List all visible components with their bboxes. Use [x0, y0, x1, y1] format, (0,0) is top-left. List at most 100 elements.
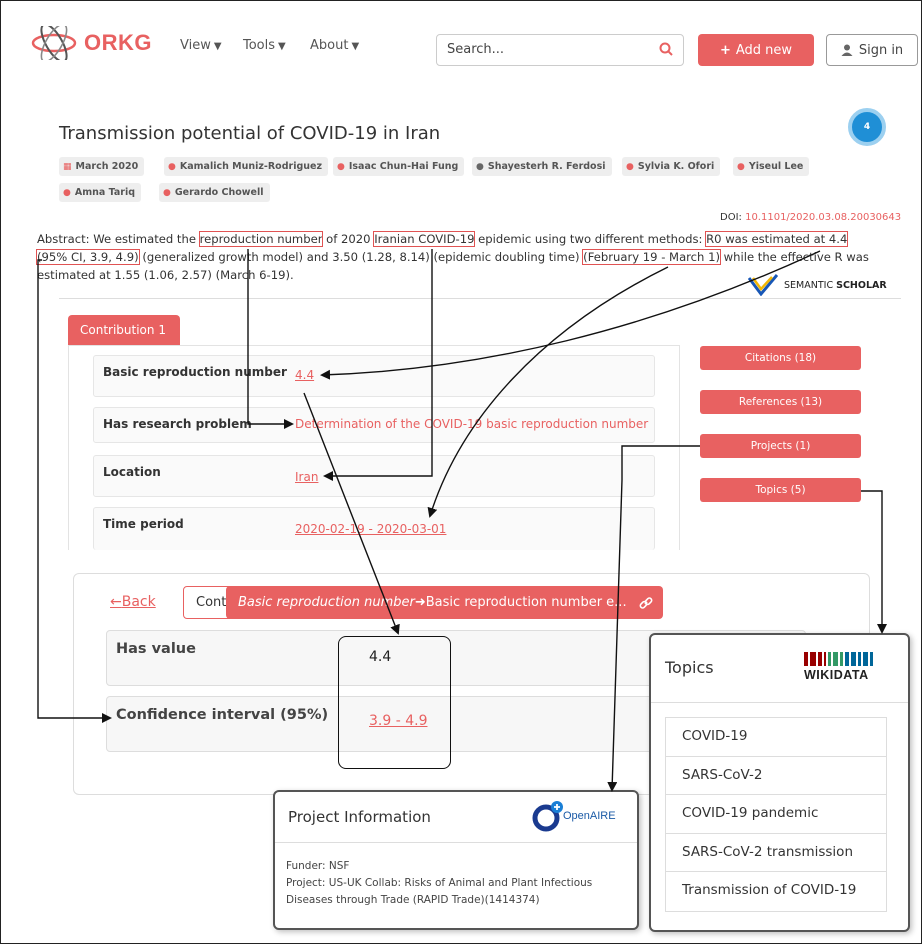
- abstract-text: Abstract: We estimated the: [37, 232, 200, 246]
- property-value[interactable]: Iran: [295, 470, 318, 484]
- wikidata-logo[interactable]: WIKIDATA: [804, 652, 873, 682]
- tab-contribution-1[interactable]: Contribution 1: [68, 315, 180, 345]
- back-link[interactable]: ←Back: [110, 594, 156, 610]
- property-label[interactable]: Time period: [103, 517, 184, 531]
- topic-item[interactable]: SARS-CoV-2 transmission: [666, 834, 886, 873]
- abstract-highlight: (February 19 - March 1): [582, 249, 721, 265]
- user-icon: ●: [337, 161, 345, 172]
- date-label: March 2020: [75, 161, 139, 172]
- author-chip[interactable]: ● Shayesterh R. Ferdosi: [472, 157, 612, 176]
- project-funder: Funder: NSF: [286, 860, 350, 872]
- sign-in-button[interactable]: Sign in: [826, 34, 918, 66]
- abstract-highlight: R0 was estimated at 4.4: [705, 231, 849, 247]
- plus-icon: +: [719, 42, 731, 58]
- back-label: Back: [121, 594, 156, 610]
- openaire-icon: [532, 801, 563, 832]
- abstract-highlight: (95% CI, 3.9, 4.9): [36, 249, 140, 265]
- projects-button[interactable]: Projects (1): [700, 434, 861, 458]
- statement-breadcrumb[interactable]: Basic reproduction number ➜ Basic reprodu…: [226, 586, 663, 619]
- statement-row: Basic reproduction number 4.4: [93, 355, 655, 397]
- sign-in-label: Sign in: [858, 42, 904, 58]
- highlight-box: [338, 636, 451, 769]
- nav-view-label: View: [180, 38, 211, 53]
- user-icon: ●: [626, 161, 634, 172]
- statistics-badge[interactable]: 4: [848, 108, 886, 146]
- paper-title: Transmission potential of COVID-19 in Ir…: [59, 123, 441, 144]
- author-name: Gerardo Chowell: [174, 187, 264, 198]
- abstract-highlight: Iranian COVID-19: [373, 231, 476, 247]
- author-name: Sylvia K. Ofori: [637, 161, 715, 172]
- author-name: Kamalich Muniz-Rodriguez: [179, 161, 322, 172]
- orkg-logo[interactable]: ORKG: [30, 26, 152, 60]
- author-chip[interactable]: ● Sylvia K. Ofori: [622, 157, 721, 176]
- nav-tools-menu[interactable]: Tools ▼: [243, 38, 286, 53]
- openaire-logo[interactable]: OpenAIRE: [531, 799, 616, 833]
- author-chip[interactable]: ● Amna Tariq: [59, 183, 141, 202]
- topic-item[interactable]: COVID-19 pandemic: [666, 795, 886, 834]
- topic-item[interactable]: SARS-CoV-2: [666, 757, 886, 796]
- abstract-text: of 2020: [322, 232, 375, 246]
- divider: [59, 298, 901, 299]
- semantic-scholar-text: SEMANTIC: [784, 279, 834, 291]
- search-input[interactable]: Search...: [436, 34, 684, 66]
- doi-link[interactable]: 10.1101/2020.03.08.20030643: [745, 212, 901, 223]
- doi-label: DOI:: [720, 212, 742, 223]
- wikidata-barcode-icon: [804, 652, 873, 666]
- link-icon[interactable]: [639, 596, 653, 610]
- breadcrumb-property: Basic reproduction number: [238, 595, 415, 610]
- author-name: Amna Tariq: [74, 187, 135, 198]
- search-icon[interactable]: [659, 42, 673, 56]
- confidence-interval-label: Confidence interval (95%): [116, 707, 329, 723]
- add-new-button[interactable]: + Add new: [698, 34, 814, 66]
- semantic-scholar-icon: [748, 274, 778, 296]
- add-new-label: Add new: [735, 42, 793, 58]
- chevron-down-icon: ▼: [278, 41, 286, 52]
- property-label[interactable]: Has research problem: [103, 417, 252, 431]
- openaire-text: OpenAIRE: [563, 810, 616, 822]
- author-chip[interactable]: ● Isaac Chun-Hai Fung: [333, 157, 465, 176]
- author-chip[interactable]: ● Yiseul Lee: [733, 157, 810, 176]
- property-label[interactable]: Basic reproduction number: [103, 365, 287, 379]
- property-value[interactable]: 2020-02-19 - 2020-03-01: [295, 522, 446, 536]
- nav-about-menu[interactable]: About ▼: [310, 38, 359, 53]
- author-name: Yiseul Lee: [748, 161, 804, 172]
- statement-row: Has research problem Determination of th…: [93, 407, 655, 443]
- user-icon: ●: [168, 161, 176, 172]
- arrow-right-icon: ➜: [414, 595, 426, 610]
- navbar: ORKG View ▼ Tools ▼ About ▼ Search... + Add …: [0, 0, 922, 96]
- statement-row: Location Iran: [93, 455, 655, 497]
- has-value-label: Has value: [116, 641, 196, 657]
- topic-item[interactable]: Transmission of COVID-19: [666, 872, 886, 911]
- calendar-icon: ▦: [63, 161, 72, 172]
- abstract-highlight: reproduction number: [198, 231, 324, 247]
- property-value[interactable]: Determination of the COVID-19 basic repr…: [295, 417, 648, 431]
- semantic-scholar-logo[interactable]: SEMANTIC SCHOLAR: [748, 274, 887, 296]
- topics-list: COVID-19 SARS-CoV-2 COVID-19 pandemic SA…: [665, 717, 887, 912]
- topics-title: Topics: [665, 658, 714, 677]
- project-title: Project Information: [288, 808, 431, 826]
- topics-button[interactable]: Topics (5): [700, 478, 861, 502]
- author-name: Shayesterh R. Ferdosi: [487, 161, 606, 172]
- chevron-down-icon: ▼: [351, 41, 360, 52]
- doi: DOI: 10.1101/2020.03.08.20030643: [720, 212, 901, 223]
- logo-text: ORKG: [84, 30, 152, 55]
- author-name: Isaac Chun-Hai Fung: [348, 161, 459, 172]
- topic-item[interactable]: COVID-19: [666, 718, 886, 757]
- author-chip[interactable]: ● Kamalich Muniz-Rodriguez: [164, 157, 328, 176]
- property-value[interactable]: 4.4: [295, 368, 314, 382]
- divider: [275, 842, 637, 843]
- chevron-down-icon: ▼: [213, 41, 222, 52]
- wikidata-text: WIKIDATA: [804, 668, 869, 682]
- abstract-text: (generalized growth model) and 3.50 (1.2…: [138, 250, 584, 264]
- confidence-interval-value[interactable]: 3.9 - 4.9: [369, 713, 427, 729]
- nav-view-menu[interactable]: View ▼: [180, 38, 222, 53]
- breadcrumb-resource: Basic reproduction number e...: [425, 595, 627, 610]
- abstract-text: epidemic using two different methods:: [474, 232, 707, 246]
- project-details: Funder: NSF Project: US-UK Collab: Risks…: [286, 858, 636, 909]
- citations-button[interactable]: Citations (18): [700, 346, 861, 370]
- author-chip[interactable]: ● Gerardo Chowell: [159, 183, 270, 202]
- references-button[interactable]: References (13): [700, 390, 861, 414]
- user-icon: [841, 44, 853, 56]
- nav-about-label: About: [310, 38, 349, 53]
- property-label[interactable]: Location: [103, 465, 161, 479]
